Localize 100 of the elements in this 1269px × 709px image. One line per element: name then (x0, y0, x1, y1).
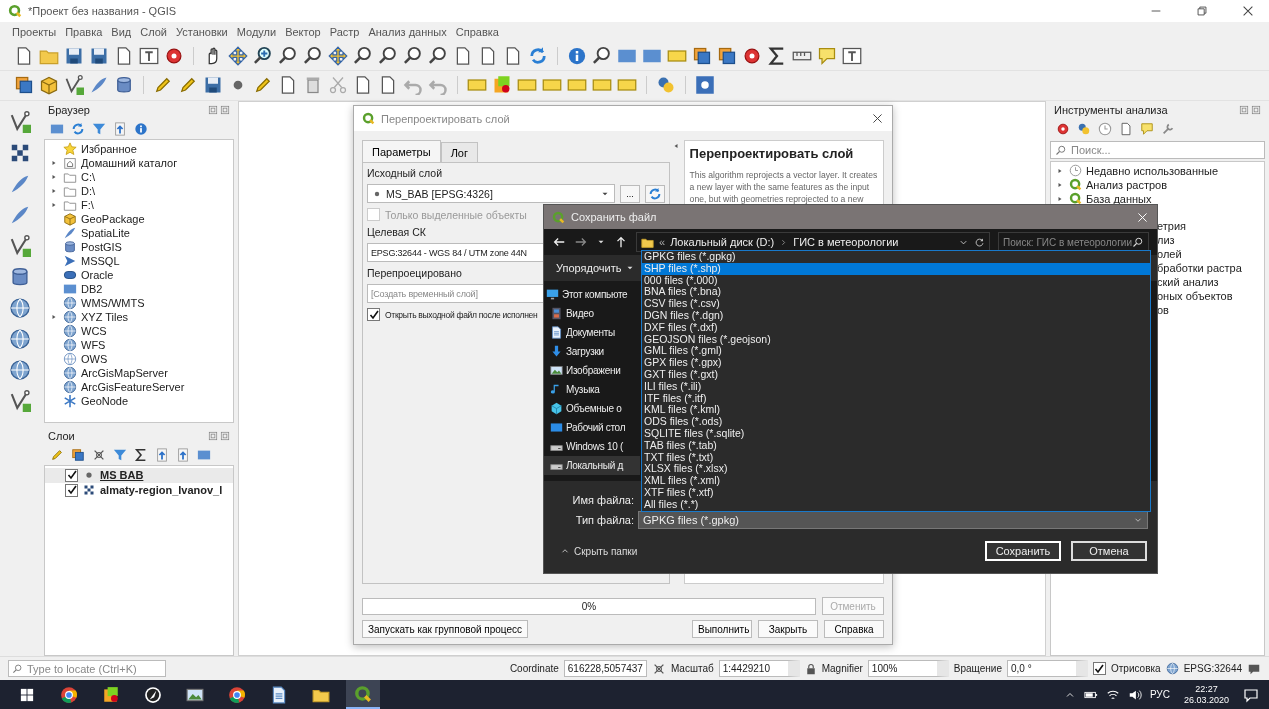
magnifier-icon[interactable] (378, 45, 398, 66)
tree-item[interactable]: D:\ (81, 184, 96, 197)
dropdown-option[interactable]: All files (*.*) (642, 498, 1150, 511)
tab[interactable]: Параметры (362, 140, 441, 162)
menu-item[interactable]: Растр (329, 25, 360, 38)
tree-item[interactable]: PostGIS (81, 240, 122, 253)
nav-item[interactable]: Музыка (544, 380, 640, 399)
nav-item[interactable]: Изображени (544, 361, 640, 380)
info-icon[interactable] (134, 121, 148, 136)
menu-item[interactable]: Установки (175, 25, 228, 38)
float-icon[interactable] (220, 104, 230, 115)
menu-item[interactable]: Правка (65, 25, 103, 38)
dropdown-option[interactable]: DXF files (*.dxf) (642, 321, 1150, 334)
float-icon[interactable] (1239, 104, 1249, 115)
dropdown-option[interactable]: TXT files (*.txt) (642, 451, 1150, 464)
menu-item[interactable]: Справка (455, 25, 499, 38)
globe-icon[interactable] (9, 358, 31, 381)
text-frame-icon[interactable] (139, 45, 159, 66)
magnifier-icon[interactable] (428, 45, 448, 66)
menu-item[interactable]: Слой (140, 25, 167, 38)
dialog-button[interactable]: Отмена (1071, 541, 1147, 561)
globe-icon[interactable] (1165, 662, 1179, 676)
tree-item[interactable]: олей (1157, 247, 1182, 260)
globe-icon[interactable] (9, 296, 31, 319)
dropdown-option[interactable]: ILI files (*.ili) (642, 380, 1150, 393)
lock-icon[interactable] (804, 662, 817, 675)
layers-icon[interactable] (71, 447, 85, 462)
search-field[interactable]: Поиск... (1050, 140, 1265, 159)
layer-row[interactable]: MS BAB (45, 467, 233, 483)
tree-item[interactable]: MSSQL (81, 254, 120, 267)
globe-icon[interactable] (9, 327, 31, 350)
box-icon[interactable] (39, 75, 59, 96)
upload-icon[interactable] (176, 447, 190, 462)
tree-item[interactable]: SpatiaLite (81, 226, 130, 239)
layers-icon[interactable] (717, 45, 737, 66)
language-indicator[interactable]: РУС (1149, 689, 1170, 700)
nav-item[interactable]: Локальный д (544, 456, 640, 475)
refresh-icon[interactable] (71, 121, 85, 136)
tree-item[interactable]: бработки растра (1157, 261, 1242, 274)
zoom-icon[interactable] (253, 45, 273, 66)
layers-icon[interactable] (14, 75, 34, 96)
dialog-button[interactable]: Закрыть (758, 620, 818, 638)
nav-item[interactable]: Этот компьюте (544, 285, 640, 304)
layers-icon[interactable] (692, 45, 712, 66)
move-icon[interactable] (328, 45, 348, 66)
vertex-icon[interactable] (9, 110, 31, 133)
nav-item[interactable]: Windows 10 ( (544, 437, 640, 456)
tree-item[interactable]: XYZ Tiles (81, 310, 129, 323)
locate-field[interactable]: Type to locate (Ctrl+K) (8, 660, 166, 678)
database-icon[interactable] (9, 265, 31, 288)
nav-item[interactable]: Объемные о (544, 399, 640, 418)
float-icon[interactable] (208, 430, 218, 441)
tree-item[interactable]: Домашний каталог (81, 156, 178, 169)
iterate-button[interactable] (645, 184, 665, 203)
browse-button[interactable]: ... (620, 184, 640, 203)
text-frame-icon[interactable] (842, 45, 862, 66)
dropdown-option[interactable]: SHP files (*.shp) (642, 262, 1150, 275)
dropdown-option[interactable]: 000 files (*.000) (642, 274, 1150, 287)
dropdown-option[interactable]: XLSX files (*.xlsx) (642, 463, 1150, 476)
float-icon[interactable] (1251, 104, 1261, 115)
checkbox[interactable] (367, 308, 380, 321)
move-icon[interactable] (228, 45, 248, 66)
dropdown-option[interactable]: GPX files (*.gpx) (642, 357, 1150, 369)
tree-item[interactable]: WFS (81, 338, 106, 351)
tree-item[interactable]: Oracle (81, 268, 114, 281)
tree-item[interactable]: оных объектов (1157, 289, 1233, 302)
magnifier-icon[interactable] (353, 45, 373, 66)
tree-item[interactable]: WCS (81, 324, 107, 337)
wrench-icon[interactable] (1161, 121, 1175, 136)
hide-folders-button[interactable]: Скрыть папки (554, 544, 644, 558)
funnel-icon[interactable] (92, 121, 106, 136)
tree-item[interactable]: Избранное (81, 142, 137, 155)
layer-row[interactable]: almaty-region_Ivanov_l (45, 482, 233, 498)
dropdown-option[interactable]: XTF files (*.xtf) (642, 486, 1150, 499)
funnel-icon[interactable] (113, 447, 127, 462)
upload-icon[interactable] (113, 121, 127, 136)
dropdown-option[interactable]: TAB files (*.tab) (642, 439, 1150, 452)
menu-item[interactable]: Проекты (12, 25, 57, 38)
dialog-button[interactable]: Выполнить (692, 620, 752, 638)
nav-item[interactable]: Видео (544, 304, 640, 323)
tree-item[interactable]: OWS (81, 352, 108, 365)
tree-item[interactable]: DB2 (81, 282, 103, 295)
crs-link[interactable]: EPSG:32644 (1183, 663, 1242, 675)
magnifier-icon[interactable] (592, 45, 612, 66)
magnifier-icon[interactable] (403, 45, 423, 66)
tree-item[interactable]: Анализ растров (1086, 178, 1168, 191)
tree-item[interactable]: Недавно использованные (1086, 164, 1219, 177)
tree-item[interactable]: GeoNode (81, 394, 129, 407)
tree-item[interactable]: ArcGisMapServer (81, 366, 168, 379)
comment-icon[interactable] (1243, 686, 1259, 703)
vertex-icon[interactable] (9, 389, 31, 412)
tree-item[interactable]: WMS/WMTS (81, 296, 145, 309)
tree-item[interactable]: ский анализ (1157, 275, 1219, 288)
tree-item[interactable]: F:\ (81, 198, 94, 211)
scale-combo[interactable]: 1:4429210 (718, 660, 800, 678)
dialog-button[interactable]: Сохранить (985, 541, 1061, 561)
rotation-spinbox[interactable]: 0,0 ° (1006, 660, 1088, 678)
magnifier-spinbox[interactable]: 100% (867, 660, 949, 678)
close-icon[interactable] (871, 112, 884, 125)
tree-item[interactable]: лиз (1157, 233, 1175, 246)
